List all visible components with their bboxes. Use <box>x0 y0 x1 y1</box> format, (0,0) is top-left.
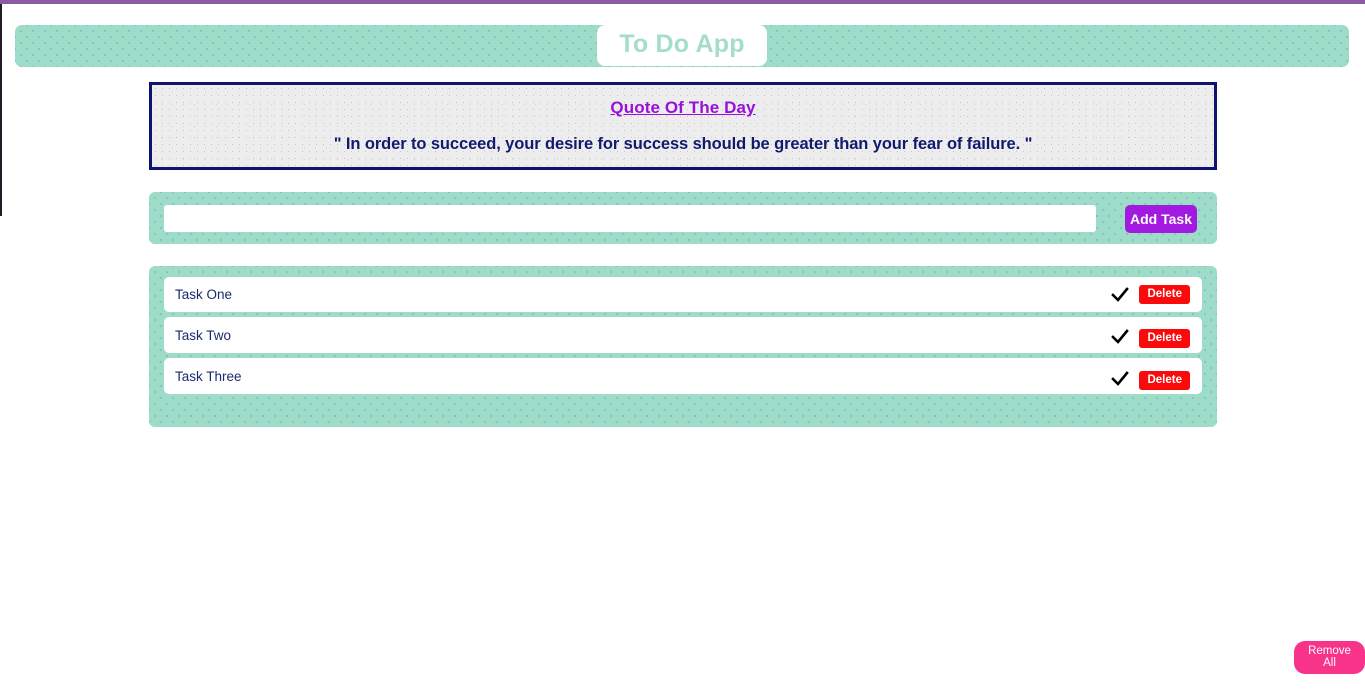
delete-button[interactable]: Delete <box>1139 285 1190 304</box>
quote-of-the-day-panel: Quote Of The Day " In order to succeed, … <box>149 82 1217 170</box>
delete-button[interactable]: Delete <box>1139 370 1190 390</box>
task-label: Task Two <box>175 327 232 343</box>
table-row[interactable]: Task Three Delete <box>164 358 1202 394</box>
app-title-chip: To Do App <box>597 25 767 66</box>
add-task-panel: Add Task <box>149 192 1217 244</box>
browser-left-edge <box>0 4 2 216</box>
page-title: To Do App <box>619 30 745 58</box>
task-list-panel: Task One Delete Task Two Delete Task Thr… <box>149 266 1217 427</box>
check-icon[interactable] <box>1109 368 1131 390</box>
remove-all-button[interactable]: Remove All <box>1294 641 1365 674</box>
delete-button[interactable]: Delete <box>1139 328 1190 348</box>
check-icon[interactable] <box>1109 326 1131 348</box>
task-input[interactable] <box>164 205 1096 232</box>
add-task-button[interactable]: Add Task <box>1125 205 1197 233</box>
check-icon[interactable] <box>1109 284 1131 306</box>
table-row[interactable]: Task One Delete <box>164 277 1202 312</box>
quote-heading: Quote Of The Day <box>610 98 756 117</box>
app-header: To Do App <box>15 25 1349 67</box>
browser-top-strip <box>0 0 1365 4</box>
task-label: Task One <box>175 287 233 302</box>
task-label: Task Three <box>175 368 242 384</box>
quote-text: " In order to succeed, your desire for s… <box>333 135 1033 153</box>
table-row[interactable]: Task Two Delete <box>164 317 1202 353</box>
